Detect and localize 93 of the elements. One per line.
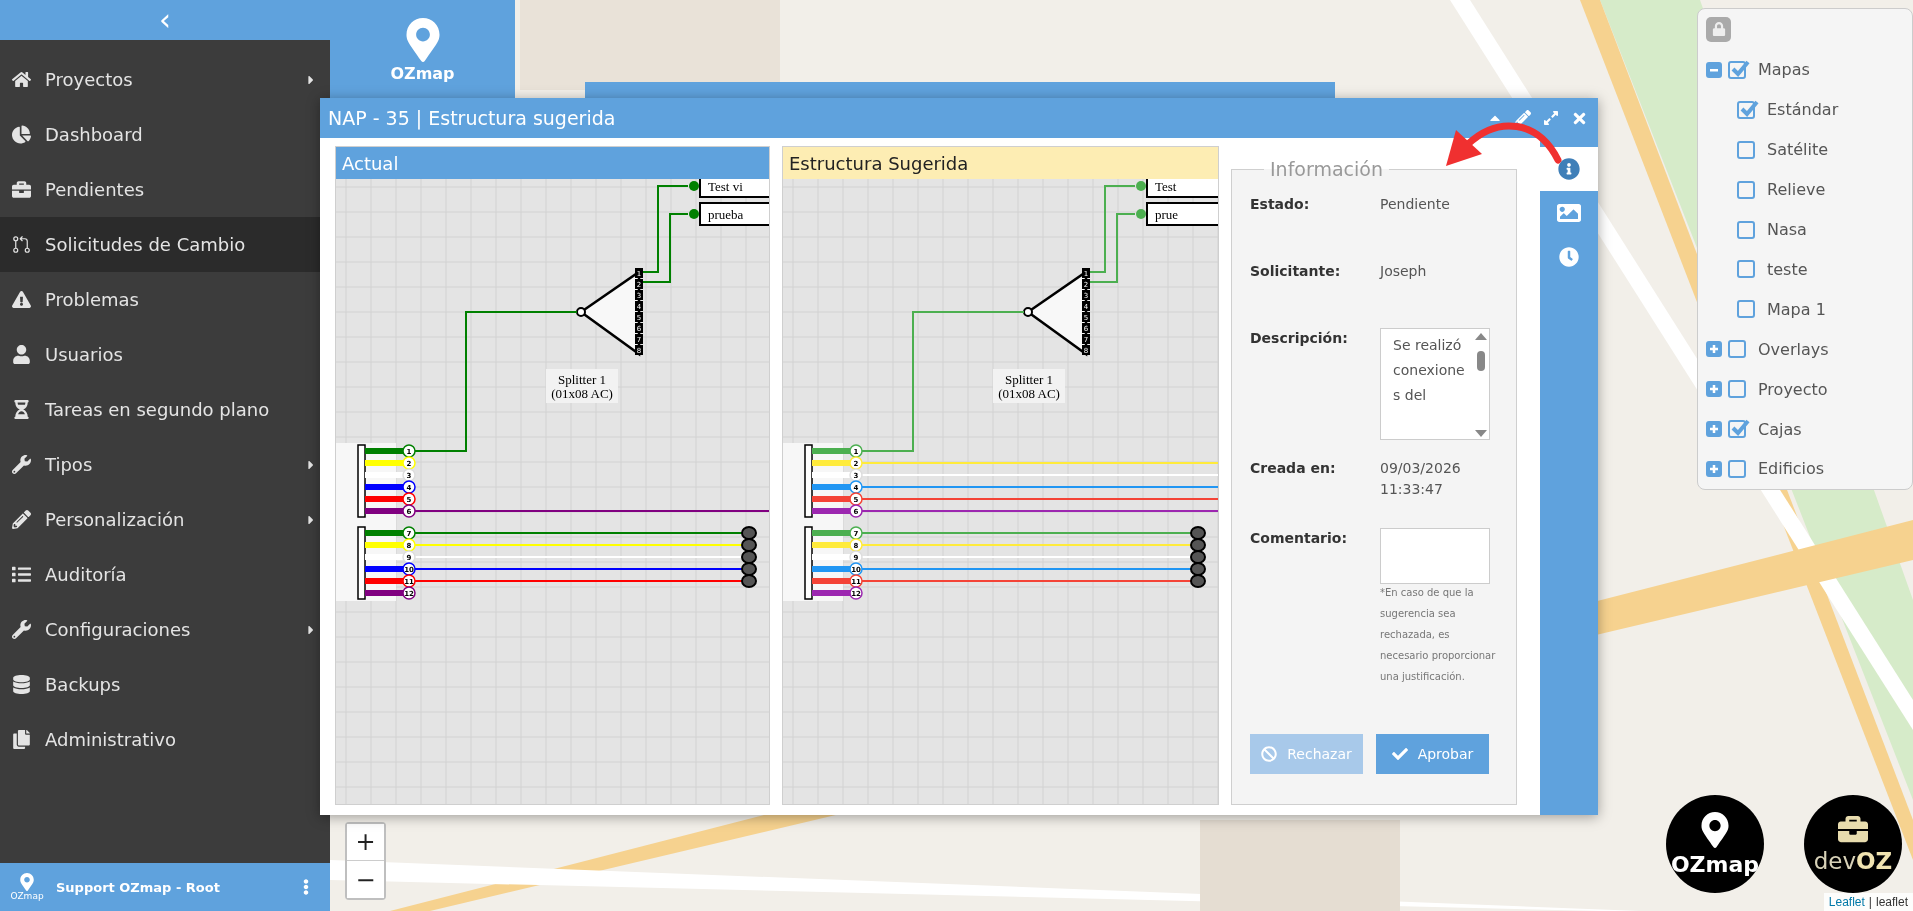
fiber-line — [1089, 213, 1136, 283]
user-icon — [12, 345, 31, 364]
connection-dot — [1136, 209, 1146, 219]
hourglass-icon — [12, 400, 31, 419]
destination-label: Test — [1146, 179, 1218, 198]
field-label: Creada en: — [1250, 459, 1337, 476]
connection-dot — [1136, 181, 1146, 191]
field-hint: *En caso de que la sugerencia sea rechazada, es necesario proporcionar una justificación. — [1380, 586, 1497, 684]
layer-label: Estándar — [1767, 100, 1839, 120]
sidebar-item[interactable]: Dashboard — [0, 107, 330, 162]
checkbox[interactable] — [1737, 180, 1755, 199]
attribution-text: leaflet — [1875, 895, 1908, 909]
connection-dot — [689, 181, 699, 191]
database-icon — [12, 675, 31, 694]
pull-request-icon — [12, 235, 31, 254]
info-icon — [1558, 158, 1580, 180]
field-value: Joseph — [1380, 262, 1428, 281]
splitter-label: Splitter 1 (01x08 AC) — [546, 369, 618, 403]
checkbox[interactable] — [1737, 260, 1755, 279]
field-label: Estado: — [1250, 195, 1311, 212]
sidebar-item[interactable]: Backups — [0, 657, 330, 712]
documents-icon — [12, 730, 31, 749]
clock-icon — [1559, 247, 1579, 267]
expand-icon[interactable] — [1543, 110, 1559, 126]
description-field[interactable]: Se realizó conexiones del — [1380, 328, 1490, 440]
pencil-icon[interactable] — [1515, 110, 1531, 126]
image-icon — [1557, 201, 1581, 225]
field-label: Descripción: — [1250, 329, 1349, 346]
expand-icon[interactable] — [1706, 381, 1722, 398]
attribution-link[interactable]: Leaflet — [1828, 895, 1865, 909]
layer-label: Proyecto — [1758, 379, 1828, 399]
field-label: Comentario: — [1250, 529, 1348, 546]
wrench-icon — [12, 455, 31, 474]
ban-icon — [1261, 746, 1278, 762]
layer-label: Mapas — [1758, 60, 1810, 80]
field-value: 09/03/2026 11:33:47 — [1380, 459, 1462, 499]
sidebar-item[interactable]: Auditoría — [0, 547, 330, 602]
layer-label: teste — [1767, 259, 1808, 279]
expand-icon[interactable] — [1706, 421, 1722, 438]
info-legend: Información — [1264, 158, 1389, 180]
home-icon — [12, 70, 31, 89]
checkbox[interactable] — [1728, 340, 1746, 359]
sidebar-item[interactable]: Administrativo — [0, 712, 330, 767]
layer-label: Relieve — [1767, 180, 1826, 200]
sidebar-item[interactable]: Tareas en segundo plano — [0, 382, 330, 437]
layer-label: Edificios — [1758, 459, 1825, 479]
panel-title: Estructura Sugerida — [783, 147, 1218, 179]
expand-icon[interactable] — [1706, 341, 1722, 358]
layer-label: Overlays — [1758, 339, 1829, 359]
sidebar-item[interactable]: Usuarios — [0, 327, 330, 382]
sidebar-item[interactable]: Configuraciones — [0, 602, 330, 657]
sidebar-item[interactable]: Personalización — [0, 492, 330, 547]
side-tab[interactable] — [1540, 147, 1598, 191]
app-logo: OZmap — [330, 0, 515, 100]
pie-chart-icon — [12, 125, 31, 144]
splitter-label: Splitter 1 (01x08 AC) — [993, 369, 1065, 403]
layer-label: Mapa 1 — [1767, 299, 1826, 319]
connection-dot — [689, 209, 699, 219]
checkbox[interactable] — [1737, 300, 1755, 319]
layer-label: Cajas — [1758, 419, 1802, 439]
scrollbar-icon — [1475, 333, 1487, 437]
destination-label: prue — [1146, 202, 1218, 226]
checkbox[interactable] — [1737, 140, 1755, 159]
sidebar-item[interactable]: Proyectos — [0, 52, 330, 107]
checkbox[interactable] — [1728, 459, 1746, 478]
fiber-line — [642, 213, 689, 283]
expand-icon[interactable] — [1706, 460, 1722, 477]
panel-title: Actual — [336, 147, 769, 179]
warning-icon — [12, 290, 31, 309]
layer-label: Nasa — [1767, 220, 1807, 240]
zoom-in-button[interactable]: + — [347, 824, 384, 861]
dialog-title: NAP - 35 | Estructura sugerida — [328, 107, 617, 129]
destination-label: prueba — [699, 202, 769, 226]
lock-icon[interactable] — [1706, 17, 1731, 42]
destination-label: Test vi — [699, 179, 769, 198]
checkbox[interactable] — [1737, 220, 1755, 239]
sidebar-item[interactable]: Problemas — [0, 272, 330, 327]
collapse-icon[interactable] — [1706, 61, 1722, 78]
app-logo: OZmap — [12, 873, 42, 901]
pencil-icon — [12, 510, 31, 529]
briefcase-icon — [12, 180, 31, 199]
field-label: Solicitante: — [1250, 262, 1342, 279]
list-icon — [12, 565, 31, 584]
separator: | — [1868, 895, 1872, 909]
user-name: Support OZmap - Root — [56, 879, 221, 895]
field-value: Pendiente — [1380, 195, 1451, 214]
comment-field[interactable] — [1380, 528, 1490, 584]
layer-label: Satélite — [1767, 140, 1829, 160]
sidebar-item[interactable]: Pendientes — [0, 162, 330, 217]
wrench-icon — [12, 620, 31, 639]
sidebar-item[interactable]: Tipos — [0, 437, 330, 492]
checkbox[interactable] — [1728, 380, 1746, 399]
check-icon — [1391, 746, 1408, 762]
